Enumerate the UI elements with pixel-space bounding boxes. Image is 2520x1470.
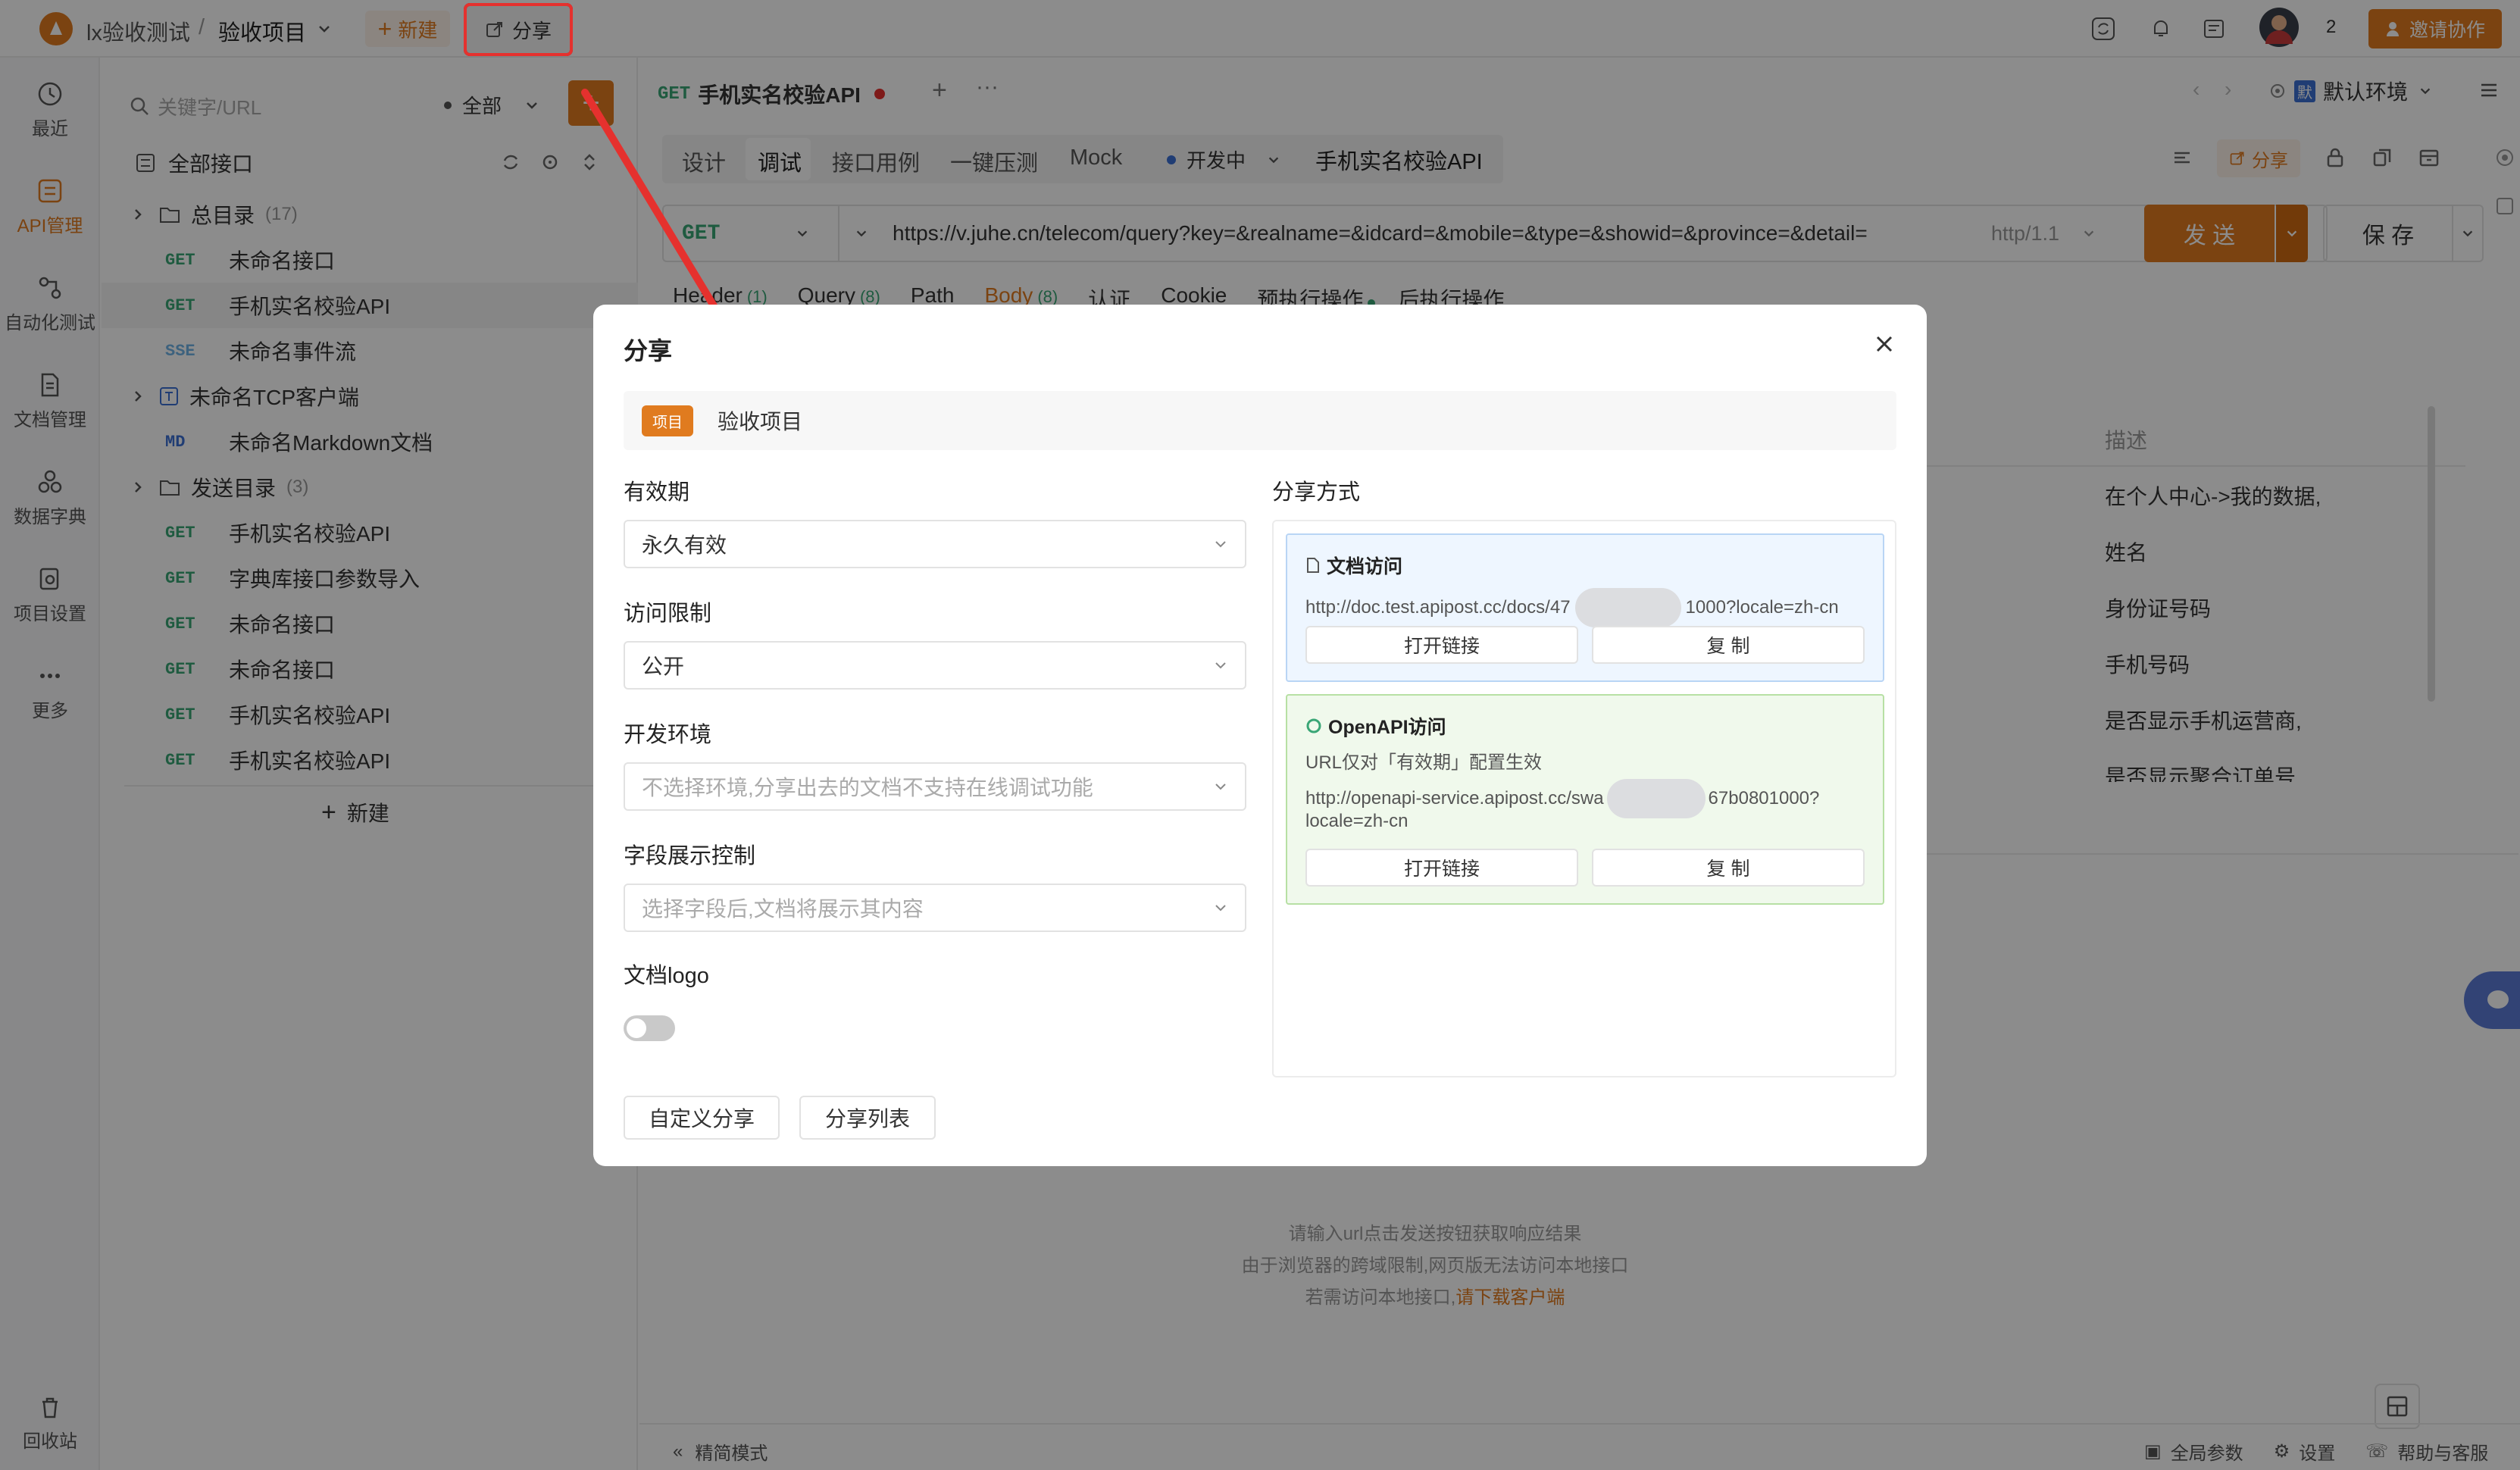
openapi-open-link-button[interactable]: 打开链接 xyxy=(1305,849,1578,887)
document-icon xyxy=(1307,558,1319,573)
redaction-blur xyxy=(1574,588,1681,627)
doc-copy-button[interactable]: 复 制 xyxy=(1592,626,1865,664)
openapi-note: URL仅对「有效期」配置生效 xyxy=(1305,752,1543,773)
openapi-copy-button[interactable]: 复 制 xyxy=(1592,849,1865,887)
share-target: 项目 验收项目 xyxy=(624,391,1896,450)
chevron-down-icon xyxy=(1215,662,1226,669)
doc-access-card: 文档访问 http://doc.test.apipost.cc/docs/47 … xyxy=(1286,533,1884,682)
openapi-url-line2: locale=zh-cn xyxy=(1305,811,1409,831)
chevron-down-icon xyxy=(1215,783,1226,790)
validity-label: 有效期 xyxy=(624,480,690,505)
share-target-name: 验收项目 xyxy=(718,410,803,433)
access-label: 访问限制 xyxy=(624,602,712,626)
project-badge: 项目 xyxy=(642,405,693,436)
modal-title: 分享 xyxy=(624,337,673,364)
share-modal: 分享 项目 验收项目 有效期 永久有效 访问限制 公开 开发环境 不选择环境,分… xyxy=(593,305,1927,1166)
fields-label: 字段展示控制 xyxy=(624,844,756,868)
env-select[interactable]: 不选择环境,分享出去的文档不支持在线调试功能 xyxy=(624,762,1246,811)
fields-select[interactable]: 选择字段后,文档将展示其内容 xyxy=(624,884,1246,932)
validity-select[interactable]: 永久有效 xyxy=(624,520,1246,568)
custom-share-button[interactable]: 自定义分享 xyxy=(624,1096,780,1140)
doc-access-url[interactable]: http://doc.test.apipost.cc/docs/47 1000?… xyxy=(1305,588,1839,627)
share-list-button[interactable]: 分享列表 xyxy=(799,1096,936,1140)
chevron-down-icon xyxy=(1215,541,1226,548)
redaction-blur xyxy=(1606,779,1706,818)
doc-access-title-row: 文档访问 xyxy=(1305,552,1402,579)
access-select[interactable]: 公开 xyxy=(624,641,1246,690)
openapi-access-card: OpenAPI访问 URL仅对「有效期」配置生效 http://openapi-… xyxy=(1286,694,1884,905)
logo-label: 文档logo xyxy=(624,964,709,988)
toggle-knob xyxy=(627,1018,646,1038)
share-method-label: 分享方式 xyxy=(1272,480,1361,505)
env-label: 开发环境 xyxy=(624,723,712,747)
doc-open-link-button[interactable]: 打开链接 xyxy=(1305,626,1578,664)
logo-toggle[interactable] xyxy=(624,1015,675,1041)
close-icon[interactable] xyxy=(1872,332,1896,356)
openapi-title-row: OpenAPI访问 xyxy=(1305,712,1446,740)
openapi-icon xyxy=(1306,718,1321,733)
chevron-down-icon xyxy=(1215,905,1226,912)
